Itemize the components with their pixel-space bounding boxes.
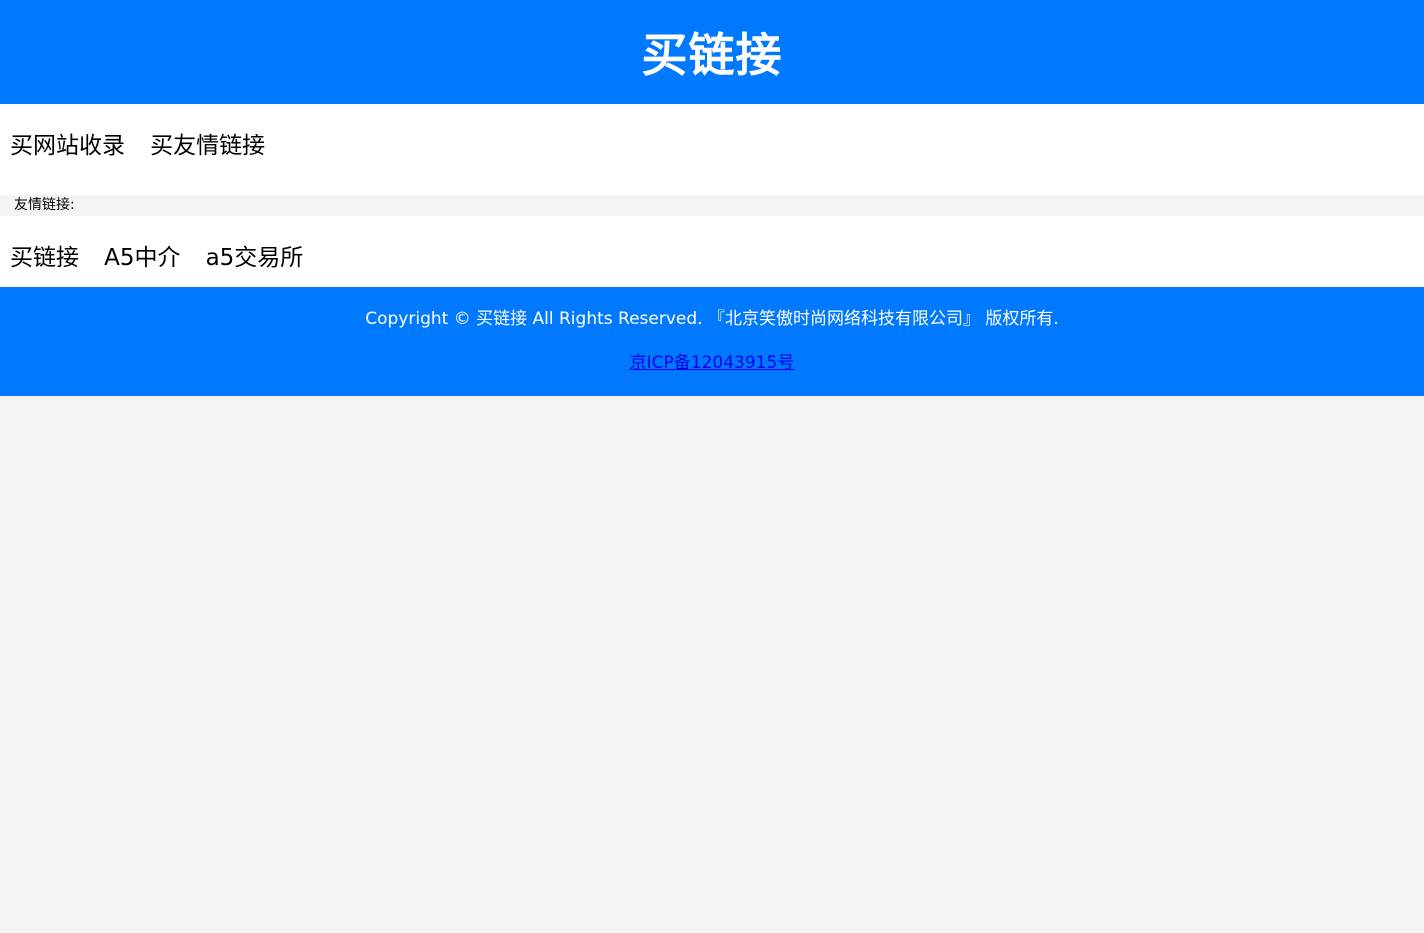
- friend-link-a5-agent[interactable]: A5中介: [104, 238, 180, 272]
- friend-link-a5-exchange[interactable]: a5交易所: [206, 238, 304, 272]
- friend-links-list: 买链接 A5中介 a5交易所: [0, 216, 1424, 287]
- icp-license-link[interactable]: 京ICP备12043915号: [630, 353, 795, 373]
- main-nav: 买网站收录 买友情链接: [0, 104, 1424, 195]
- site-title: 买链接: [641, 28, 783, 82]
- nav-item-buy-site-indexing[interactable]: 买网站收录: [10, 126, 125, 160]
- site-footer: Copyright © 买链接 All Rights Reserved. 『北京…: [0, 287, 1424, 396]
- site-header: 买链接: [0, 0, 1424, 104]
- copyright-text: Copyright © 买链接 All Rights Reserved. 『北京…: [365, 309, 1059, 329]
- friend-links-label: 友情链接:: [0, 195, 1424, 216]
- friend-link-maillianjie[interactable]: 买链接: [10, 238, 79, 272]
- nav-item-buy-friend-links[interactable]: 买友情链接: [150, 126, 265, 160]
